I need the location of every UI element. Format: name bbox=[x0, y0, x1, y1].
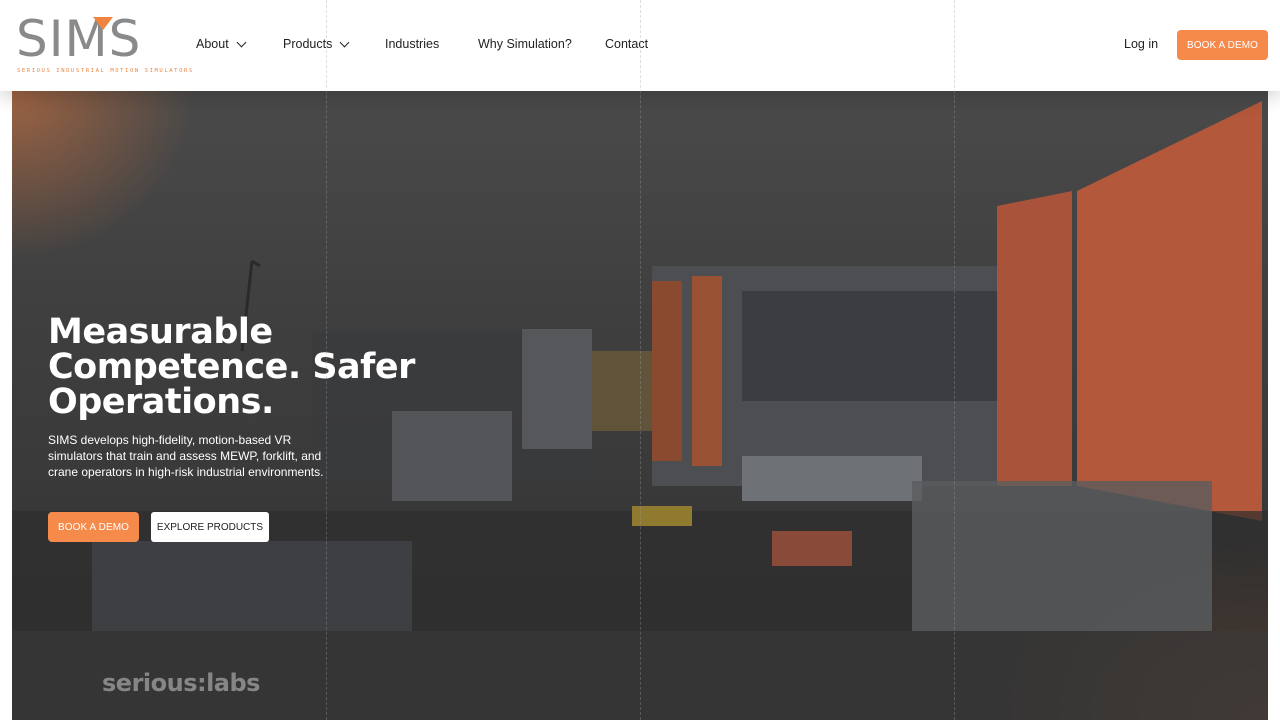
logo-triangle-icon bbox=[93, 17, 113, 30]
hero-subtitle: SIMS develops high-fidelity, motion-base… bbox=[48, 433, 324, 479]
hero-title-line: Competence. Safer bbox=[48, 347, 415, 387]
hero-title-line: Measurable bbox=[48, 312, 273, 352]
chevron-down-icon bbox=[236, 37, 247, 47]
site-header: SIMS SERIOUS INDUSTRIAL MOTION SIMULATOR… bbox=[0, 0, 1280, 91]
logo-wordmark: SIMS bbox=[16, 10, 142, 68]
logo-tagline: SERIOUS INDUSTRIAL MOTION SIMULATORS bbox=[17, 68, 194, 74]
hero-title-line: Operations. bbox=[48, 382, 274, 422]
sims-logo[interactable]: SIMS SERIOUS INDUSTRIAL MOTION SIMULATOR… bbox=[16, 10, 192, 76]
nav-item-products[interactable]: Products bbox=[283, 37, 350, 51]
hero-section: Measurable Competence. Safer Operations.… bbox=[12, 91, 1268, 720]
nav-item-label: Why Simulation? bbox=[478, 37, 572, 51]
nav-item-contact[interactable]: Contact bbox=[605, 37, 648, 51]
explore-products-button[interactable]: EXPLORE PRODUCTS bbox=[151, 512, 269, 542]
nav-item-why-simulation[interactable]: Why Simulation? bbox=[478, 37, 572, 51]
hero-book-demo-button[interactable]: BOOK A DEMO bbox=[48, 512, 139, 542]
nav-item-industries[interactable]: Industries bbox=[385, 37, 439, 51]
hero-title: Measurable Competence. Safer Operations. bbox=[48, 315, 448, 420]
login-link[interactable]: Log in bbox=[1124, 37, 1158, 51]
hero-content: Measurable Competence. Safer Operations.… bbox=[48, 315, 448, 542]
nav-item-label: Industries bbox=[385, 37, 440, 51]
nav-item-label: Products bbox=[283, 37, 333, 51]
nav-item-about[interactable]: About bbox=[196, 37, 247, 51]
chevron-down-icon bbox=[339, 37, 350, 47]
nav-item-label: About bbox=[196, 37, 229, 51]
nav-item-label: Contact bbox=[605, 37, 649, 51]
header-book-demo-button[interactable]: BOOK A DEMO bbox=[1177, 30, 1268, 60]
serious-labs-watermark: serious:labs bbox=[102, 669, 260, 697]
hero-buttons: BOOK A DEMO EXPLORE PRODUCTS bbox=[48, 512, 448, 542]
